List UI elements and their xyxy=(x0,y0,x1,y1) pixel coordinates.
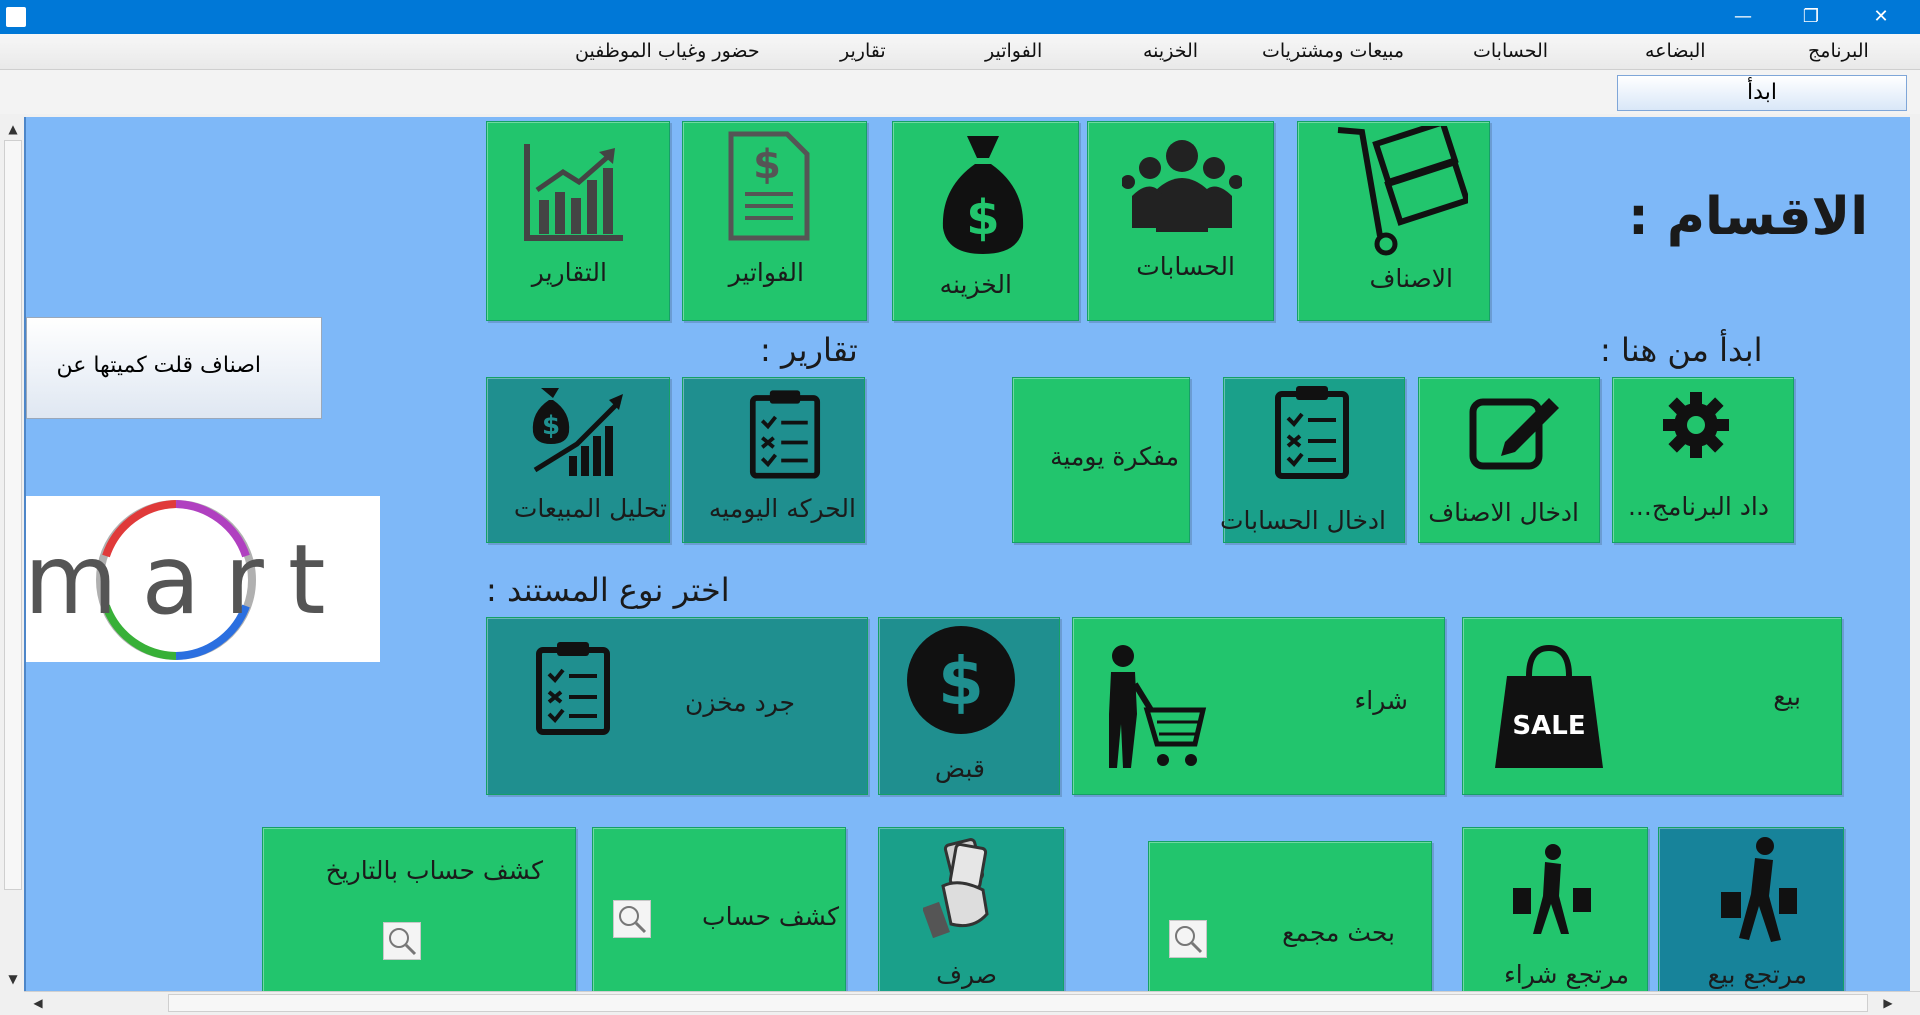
tile-reports[interactable]: التقارير xyxy=(486,121,670,321)
tile-invoices[interactable]: $ الفواتير xyxy=(682,121,867,321)
title-bar xyxy=(0,0,1920,34)
scroll-right-arrow[interactable]: ▶ xyxy=(1880,996,1896,1010)
search-icon xyxy=(383,922,421,960)
tile-sales-return-label: مرتجع بيع xyxy=(1707,960,1807,989)
tile-statement-by-date-label: كشف حساب بالتاريخ xyxy=(325,856,543,885)
tile-daily-notes-label: مفكرة يومية xyxy=(1050,442,1179,471)
menu-sales-purchases[interactable]: مبيعات ومشتريات xyxy=(1262,40,1404,62)
walking-shopper-icon xyxy=(1513,844,1591,934)
tile-inventory-count-label: جرد مخزن xyxy=(684,688,795,717)
horizontal-scroll-thumb[interactable] xyxy=(168,994,1868,1012)
tile-account-statement-label: كشف حساب xyxy=(702,902,839,931)
tile-sales-return[interactable]: مرتجع بيع xyxy=(1658,827,1844,991)
tile-program-setup-label: داد البرنامج... xyxy=(1627,492,1769,521)
tile-sales-analysis-label: تحليل المبيعات xyxy=(513,494,667,523)
tile-account-statement[interactable]: كشف حساب xyxy=(592,827,846,991)
menu-program[interactable]: البرنامج xyxy=(1808,40,1869,62)
tile-enter-accounts-label: ادخال الحسابات xyxy=(1220,506,1386,535)
reports-heading: تقارير : xyxy=(760,331,858,369)
close-button[interactable]: ✕ xyxy=(1858,0,1904,34)
shopper-cart-icon xyxy=(1109,645,1207,768)
tile-invoices-label: الفواتير xyxy=(728,258,804,287)
low-stock-button[interactable]: اصناف قلت كميتها عن xyxy=(26,317,322,419)
tile-daily-movement[interactable]: الحركه اليوميه xyxy=(682,377,865,543)
tile-sales-analysis[interactable]: $ تحليل المبيعات xyxy=(486,377,670,543)
sale-badge-text: SALE xyxy=(1512,711,1585,741)
dollar-coin-icon: $ xyxy=(907,626,1015,734)
desktop-panel: اصناف قلت كميتها عن mart الاقسام : الاصن… xyxy=(24,117,1910,991)
gear-icon xyxy=(1663,392,1729,458)
invoice-icon: $ xyxy=(728,131,810,241)
tile-statement-by-date[interactable]: كشف حساب بالتاريخ xyxy=(262,827,576,991)
tile-payment[interactable]: صرف xyxy=(878,827,1064,991)
svg-text:$: $ xyxy=(966,190,999,246)
tile-program-setup[interactable]: داد البرنامج... xyxy=(1612,377,1794,543)
svg-text:$: $ xyxy=(753,142,781,188)
start-here-heading: ابدأ من هنا : xyxy=(1600,331,1763,369)
scroll-up-arrow[interactable]: ▲ xyxy=(4,122,22,136)
tile-enter-items-label: ادخال الاصناف xyxy=(1428,498,1579,527)
sections-heading: الاقسام : xyxy=(1628,187,1869,247)
scroll-down-arrow[interactable]: ▼ xyxy=(4,972,22,986)
clipboard-checklist-icon xyxy=(536,642,610,735)
menu-invoices[interactable]: الفواتير xyxy=(985,40,1042,62)
clipboard-checklist-icon xyxy=(1275,386,1349,479)
svg-text:$: $ xyxy=(938,643,984,720)
tile-combined-search[interactable]: بحث مجمع xyxy=(1148,841,1432,991)
tile-items-label: الاصناف xyxy=(1369,264,1453,293)
minimize-button[interactable]: — xyxy=(1720,0,1766,34)
vertical-scroll-thumb[interactable] xyxy=(4,140,22,890)
hand-truck-icon xyxy=(1337,126,1468,256)
scroll-left-arrow[interactable]: ◀ xyxy=(30,996,46,1010)
tile-accounts[interactable]: الحسابات xyxy=(1087,121,1274,321)
tab-start[interactable]: ابدأ xyxy=(1617,75,1907,111)
tile-daily-notes[interactable]: مفكرة يومية xyxy=(1012,377,1190,543)
growth-chart-icon xyxy=(524,144,623,241)
people-group-icon xyxy=(1122,140,1242,232)
edit-icon xyxy=(1469,398,1559,470)
tile-payment-label: صرف xyxy=(936,960,997,989)
tile-receipt[interactable]: $ قبض xyxy=(878,617,1060,795)
tile-accounts-label: الحسابات xyxy=(1136,252,1235,281)
java-app-icon xyxy=(6,7,26,27)
tile-purchase[interactable]: شراء xyxy=(1072,617,1445,795)
tile-purchase-return[interactable]: مرتجع شراء xyxy=(1462,827,1648,991)
menu-treasury[interactable]: الخزينه xyxy=(1143,40,1198,62)
menu-goods[interactable]: البضاعه xyxy=(1645,40,1706,62)
sales-growth-icon: $ xyxy=(532,388,623,476)
search-icon xyxy=(1169,920,1207,958)
tile-enter-accounts[interactable]: ادخال الحسابات xyxy=(1220,377,1405,543)
tile-daily-movement-label: الحركه اليوميه xyxy=(708,494,856,523)
search-icon xyxy=(613,900,651,938)
sale-bag-icon: SALE xyxy=(1495,644,1603,768)
tile-purchase-label: شراء xyxy=(1354,686,1408,715)
svg-text:$: $ xyxy=(542,411,560,441)
menu-reports[interactable]: تقارير xyxy=(840,40,886,62)
smart-logo: mart xyxy=(26,496,380,662)
tile-items[interactable]: الاصناف xyxy=(1297,121,1490,321)
tile-inventory-count[interactable]: جرد مخزن xyxy=(486,617,868,795)
tile-treasury-label: الخزينه xyxy=(939,270,1012,299)
menu-attendance[interactable]: حضور وغياب الموظفين xyxy=(575,40,760,62)
tile-combined-search-label: بحث مجمع xyxy=(1282,918,1395,947)
clipboard-checklist-icon xyxy=(749,390,821,479)
restore-button[interactable]: ❐ xyxy=(1788,0,1834,34)
tile-reports-label: التقارير xyxy=(531,258,607,287)
tile-purchase-return-label: مرتجع شراء xyxy=(1504,960,1629,989)
tile-sale[interactable]: SALE بيع xyxy=(1462,617,1842,795)
tile-receipt-label: قبض xyxy=(934,754,985,783)
tile-sale-label: بيع xyxy=(1773,682,1801,711)
low-stock-label: اصناف قلت كميتها عن xyxy=(56,353,261,378)
documents-heading: اختر نوع المستند : xyxy=(486,571,730,609)
walking-shopper-icon xyxy=(1721,837,1797,942)
money-bag-icon: $ xyxy=(942,136,1024,254)
menu-accounts[interactable]: الحسابات xyxy=(1473,40,1548,62)
menu-bar xyxy=(0,34,1920,70)
tile-enter-items[interactable]: ادخال الاصناف xyxy=(1418,377,1600,543)
cash-hand-icon xyxy=(923,838,989,938)
logo-text: mart xyxy=(26,524,350,636)
tile-treasury[interactable]: $ الخزينه xyxy=(892,121,1079,321)
